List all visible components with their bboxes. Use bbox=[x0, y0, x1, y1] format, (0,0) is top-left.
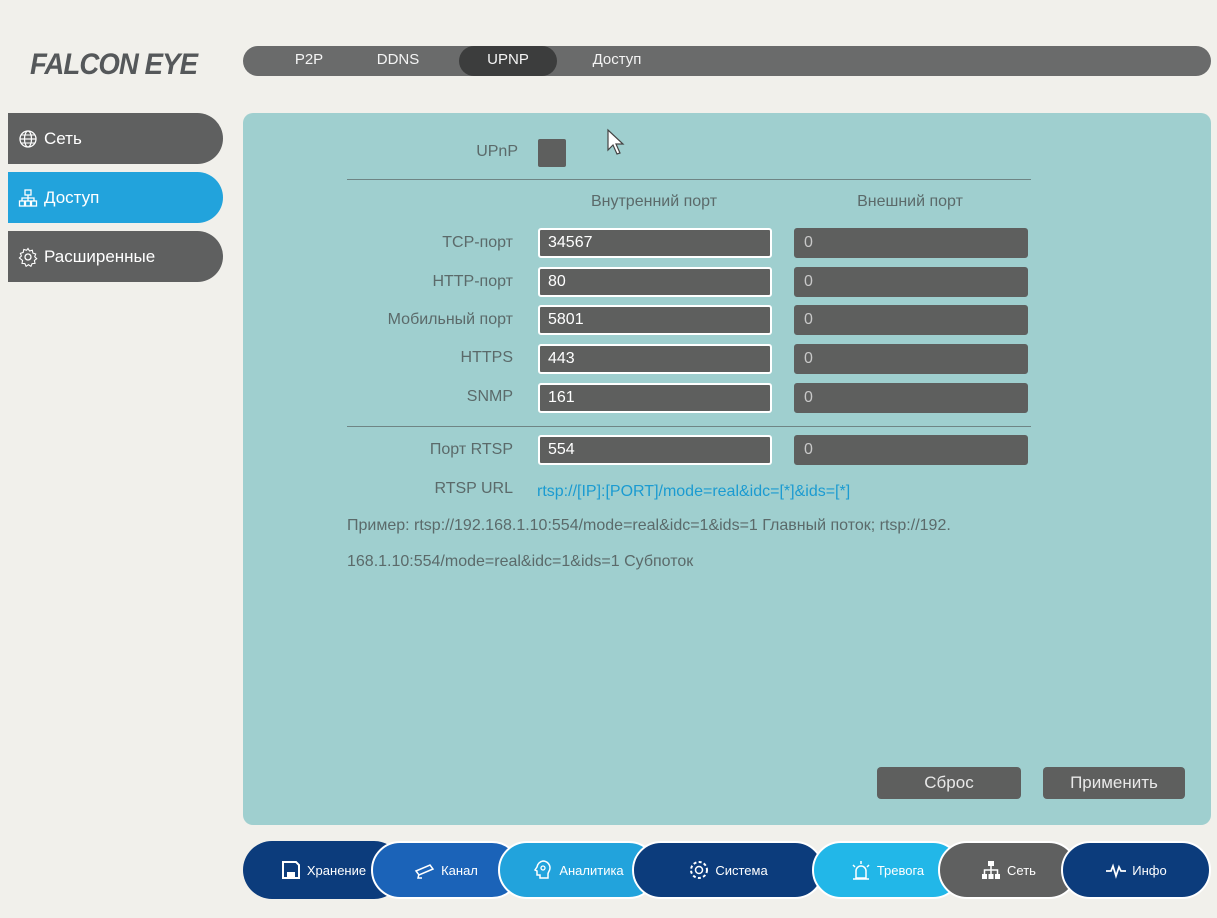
apply-button[interactable]: Применить bbox=[1043, 767, 1185, 799]
tab-upnp[interactable]: UPNP bbox=[459, 46, 557, 76]
nav-label: Тревога bbox=[876, 862, 925, 878]
mobile-internal-port-input[interactable]: 5801 bbox=[538, 305, 772, 335]
tab-p2p[interactable]: P2P bbox=[279, 46, 339, 76]
tcp-external-port-input[interactable]: 0 bbox=[794, 228, 1028, 258]
sidebar-item-label: Доступ bbox=[44, 187, 100, 207]
snmp-port-label: SNMP bbox=[466, 388, 513, 405]
rtsp-example-line-1: Пример: rtsp://192.168.1.10:554/mode=rea… bbox=[347, 517, 951, 534]
gear-icon bbox=[18, 247, 38, 267]
nav-system[interactable]: Система bbox=[632, 841, 824, 899]
tcp-port-label: TCP-порт bbox=[442, 234, 513, 251]
snmp-internal-port-input[interactable]: 161 bbox=[538, 383, 772, 413]
http-port-label: HTTP-порт bbox=[432, 273, 513, 290]
sidebar-item-access[interactable]: Доступ bbox=[8, 172, 223, 223]
globe-icon bbox=[19, 129, 37, 148]
nav-label: Система bbox=[715, 862, 768, 878]
snmp-external-port-input[interactable]: 0 bbox=[794, 383, 1028, 413]
http-internal-port-input[interactable]: 80 bbox=[538, 267, 772, 297]
gear-icon bbox=[690, 861, 709, 879]
upnp-settings-panel: UPnP Внутренний порт Внешний порт TCP-по… bbox=[243, 113, 1211, 825]
rtsp-internal-port-input[interactable]: 554 bbox=[538, 435, 772, 465]
internal-port-header: Внутренний порт bbox=[590, 193, 718, 210]
nav-label: Аналитика bbox=[559, 862, 624, 878]
tab-ddns[interactable]: DDNS bbox=[363, 46, 433, 76]
external-port-header: Внешний порт bbox=[857, 193, 963, 210]
tab-access[interactable]: Доступ bbox=[577, 46, 657, 76]
divider bbox=[347, 426, 1031, 427]
alarm-icon bbox=[852, 861, 870, 880]
analytics-icon bbox=[534, 860, 552, 879]
nav-label: Инфо bbox=[1132, 862, 1167, 878]
nav-network[interactable]: Сеть bbox=[938, 841, 1078, 899]
upnp-checkbox[interactable] bbox=[538, 139, 566, 167]
rtsp-url-label: RTSP URL bbox=[434, 480, 513, 497]
divider bbox=[347, 179, 1031, 180]
pulse-icon bbox=[1106, 863, 1127, 879]
mobile-port-label: Мобильный порт bbox=[387, 311, 513, 328]
nav-info[interactable]: Инфо bbox=[1061, 841, 1211, 899]
rtsp-example-line-2: 168.1.10:554/mode=real&idc=1&ids=1 Субпо… bbox=[347, 553, 694, 570]
sidebar-item-network[interactable]: Сеть bbox=[8, 113, 223, 164]
rtsp-port-label: Порт RTSP bbox=[429, 441, 513, 458]
sidebar-item-label: Сеть bbox=[44, 128, 82, 148]
sidebar-item-label: Расширенные bbox=[44, 246, 156, 266]
http-external-port-input[interactable]: 0 bbox=[794, 267, 1028, 297]
https-external-port-input[interactable]: 0 bbox=[794, 344, 1028, 374]
rtsp-url-value: rtsp://[IP]:[PORT]/mode=real&idc=[*]&ids… bbox=[537, 483, 851, 500]
top-tab-bar: P2P DDNS UPNP Доступ bbox=[243, 46, 1211, 76]
upnp-label: UPnP bbox=[476, 143, 518, 160]
nav-label: Хранение bbox=[306, 862, 367, 878]
reset-button[interactable]: Сброс bbox=[877, 767, 1021, 799]
network-icon bbox=[982, 861, 1001, 879]
camera-icon bbox=[414, 864, 435, 879]
https-port-label: HTTPS bbox=[460, 349, 513, 366]
brand-logo: FALCON EYE bbox=[30, 48, 198, 81]
rtsp-external-port-input[interactable]: 0 bbox=[794, 435, 1028, 465]
sidebar-item-advanced[interactable]: Расширенные bbox=[8, 231, 223, 282]
mobile-external-port-input[interactable]: 0 bbox=[794, 305, 1028, 335]
nav-label: Канал bbox=[441, 862, 478, 878]
floppy-icon bbox=[281, 861, 300, 879]
tcp-internal-port-input[interactable]: 34567 bbox=[538, 228, 772, 258]
nav-label: Сеть bbox=[1007, 862, 1036, 878]
mouse-cursor-icon bbox=[607, 128, 625, 155]
https-internal-port-input[interactable]: 443 bbox=[538, 344, 772, 374]
network-icon bbox=[18, 188, 38, 207]
